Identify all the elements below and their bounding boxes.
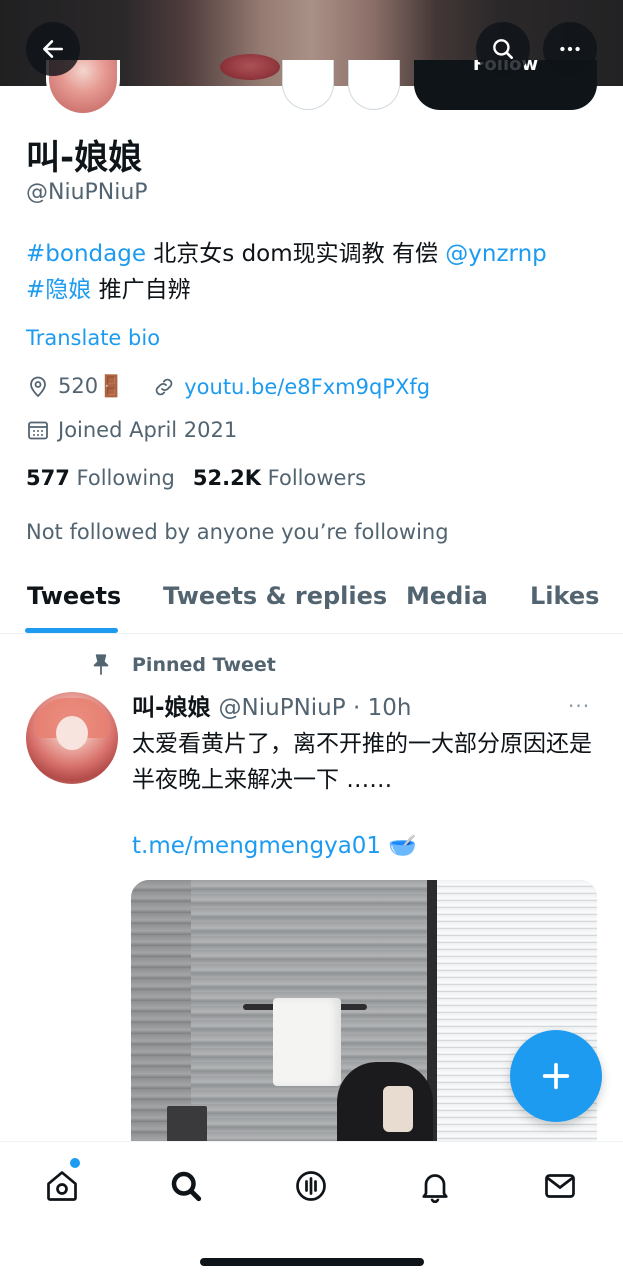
nav-spaces[interactable] [289,1164,333,1208]
bio-hashtag[interactable]: #bondage [26,241,146,267]
pin-icon [93,654,109,675]
profile-handle: @NiuPNiuP [26,180,148,205]
more-button[interactable] [543,22,597,76]
banner-overlay [0,0,623,86]
search-icon [493,39,513,59]
tab-tweets-replies[interactable]: Tweets & replies [163,582,387,610]
tweet-more-button[interactable]: ··· [568,694,590,718]
profile-meta-row: 520🚪 youtu.be/e8Fxm9qPXfg [26,374,430,399]
calendar-icon [28,421,48,440]
compose-tweet-button[interactable] [510,1030,602,1122]
more-horizontal-icon [560,46,580,52]
plus-icon [542,1062,570,1090]
bell-icon [422,1174,448,1204]
mutual-followers-note: Not followed by anyone you’re following [26,520,449,544]
back-button[interactable] [26,22,80,76]
following-link[interactable]: 577 Following [26,466,175,490]
nav-home[interactable] [40,1164,84,1208]
follow-counts: 577 Following 52.2K Followers [26,466,366,490]
tweet-author-handle-time: @NiuPNiuP · 10h [218,695,412,721]
profile-tabs: Tweets Tweets & replies Media Likes [0,568,623,634]
profile-name: 叫-娘娘 [26,138,143,178]
media-towel [273,998,341,1086]
nav-search[interactable] [164,1164,208,1208]
media-phone [383,1086,413,1132]
spaces-microphone-icon [296,1171,326,1201]
bio-mention[interactable]: @ynzrnp [445,241,547,267]
location-pin-icon [30,376,46,397]
translate-bio-link[interactable]: Translate bio [26,326,160,350]
search-icon [171,1171,202,1202]
bio-hashtag[interactable]: #隐娘 [26,277,91,303]
active-tab-indicator [25,628,118,633]
tweet-author-name[interactable]: 叫-娘娘 [132,688,211,722]
search-button[interactable] [476,22,530,76]
envelope-icon [545,1174,575,1198]
tab-tweets[interactable]: Tweets [27,582,121,610]
link-icon [155,378,173,395]
profile-joined-row: Joined April 2021 [26,418,237,442]
tab-media[interactable]: Media [406,582,488,610]
avatar-face [56,716,88,750]
tweet-header: 叫-娘娘 @NiuPNiuP · 10h [132,688,411,722]
media-wall [131,880,191,1142]
tweet-author-avatar[interactable] [26,692,118,784]
media-wall-device [167,1106,207,1142]
profile-bio: #bondage 北京女s dom现实调教 有偿 @ynzrnp #隐娘 推广自… [26,236,596,308]
bio-text: 北京女s dom现实调教 有偿 [145,241,446,267]
profile-website-link[interactable]: youtu.be/e8Fxm9qPXfg [184,375,430,399]
pinned-tweet-label: Pinned Tweet [88,652,276,678]
profile-location: 520🚪 [58,374,125,398]
tab-likes[interactable]: Likes [530,582,599,610]
home-indicator [200,1258,424,1266]
nav-notifications[interactable] [413,1164,457,1208]
tweet-link[interactable]: t.me/mengmengya01 🥣 [132,832,417,859]
nav-messages[interactable] [538,1164,582,1208]
tweet-text: 太爱看黄片了，离不开推的一大部分原因还是半夜晚上来解决一下 …… [132,731,592,793]
followers-link[interactable]: 52.2K Followers [193,466,366,490]
bio-text: 推广自辨 [91,277,191,303]
home-icon [47,1171,77,1201]
arrow-left-icon [43,40,63,58]
home-notification-dot [70,1158,80,1168]
profile-joined-date: Joined April 2021 [58,418,238,442]
